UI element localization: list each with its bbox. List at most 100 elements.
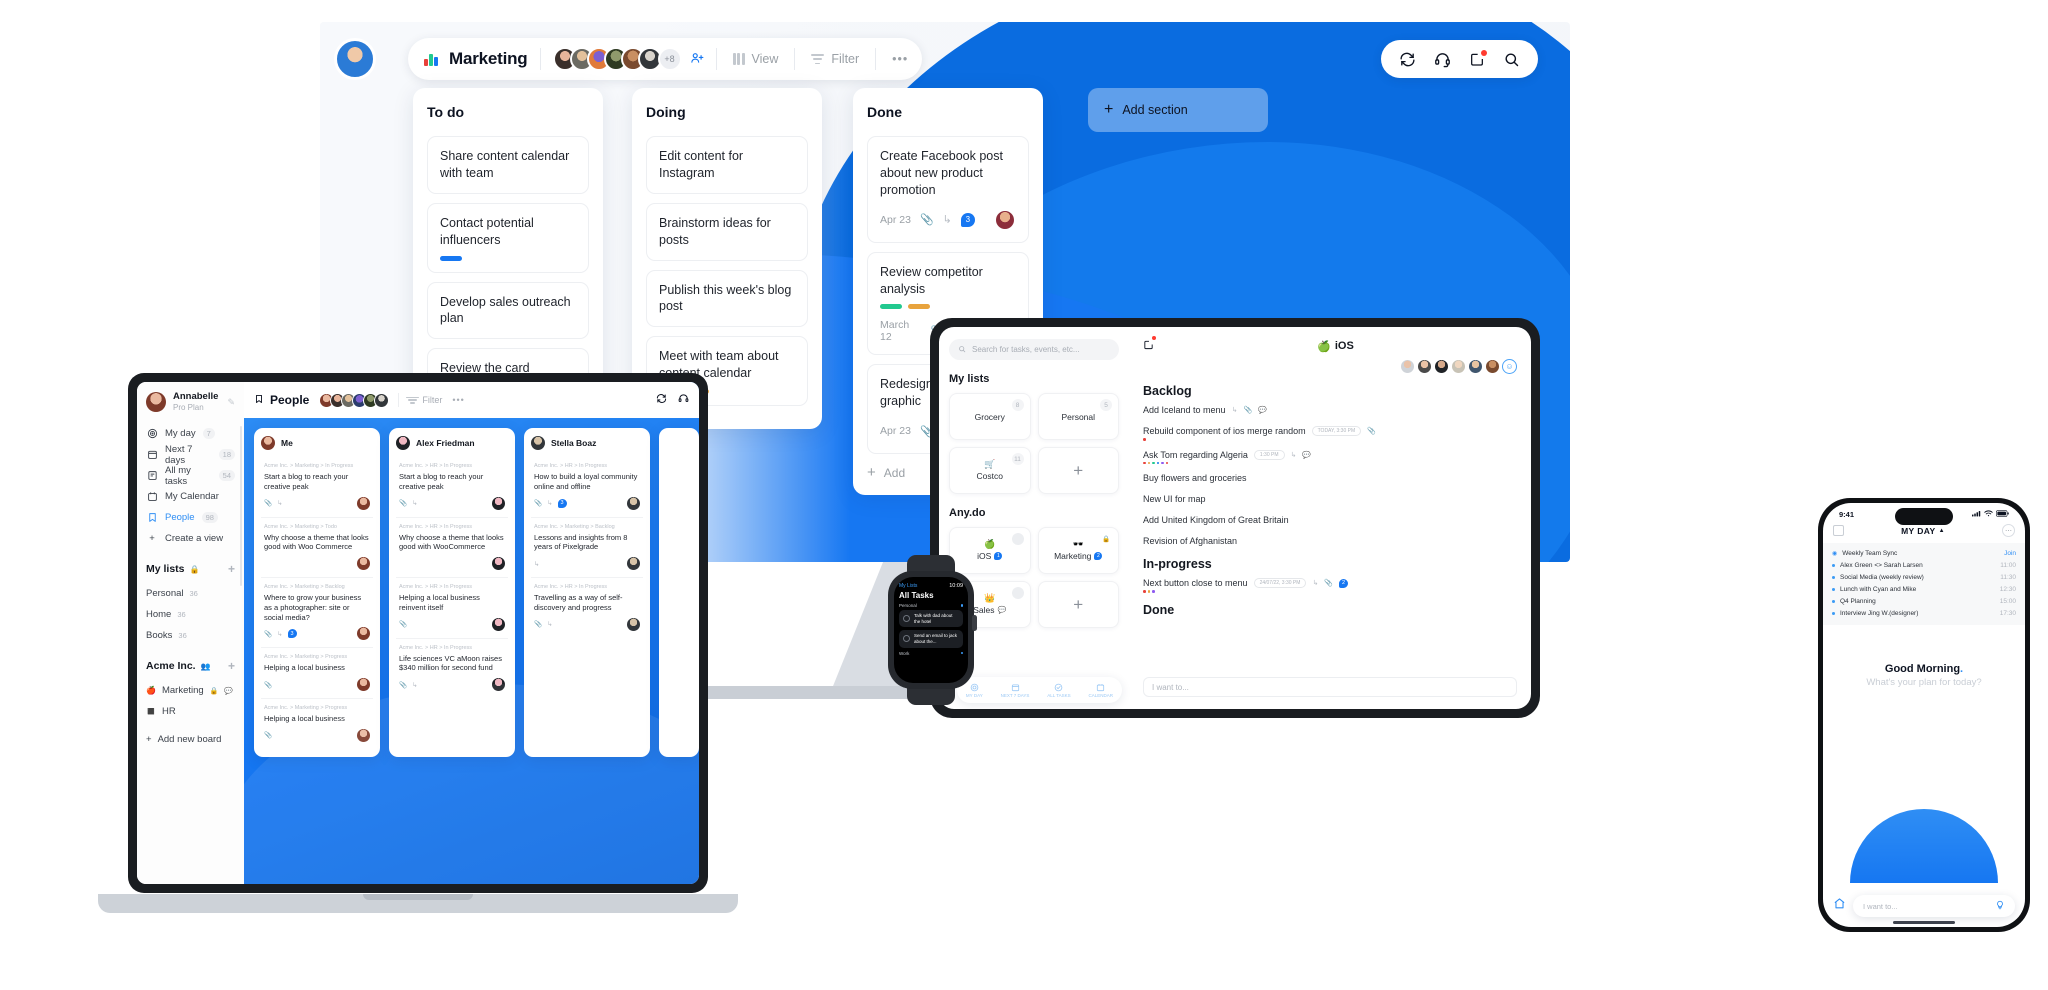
add-list-button[interactable]: + [228,562,235,576]
nav-calendar[interactable]: CALENDAR [1089,683,1113,698]
task-row[interactable]: Revision of Afghanistan [1143,536,1517,546]
assignee-avatar[interactable] [492,557,505,570]
avatar[interactable] [1434,359,1449,374]
task-card[interactable]: Brainstorm ideas for posts [646,202,808,261]
task-input[interactable]: I want to... [1853,895,2015,917]
task-card[interactable]: Acme Inc. > HR > In Progress Helping a l… [396,578,508,639]
sidebar-item-next-7-days[interactable]: Next 7 days 18 [146,444,235,466]
assignee-avatar[interactable] [627,617,640,631]
task-row[interactable]: Next button close to menu 24/07/22, 3:30… [1143,578,1517,593]
lightbulb-icon[interactable] [1995,900,2005,912]
back-button[interactable]: My Lists [899,583,917,589]
task-card[interactable]: Acme Inc. > Marketing > Backlog Where to… [261,578,373,649]
sidebar-scrollbar[interactable] [240,426,242,586]
emoji-reaction-icon[interactable]: ☺ [1502,359,1517,374]
task-card[interactable]: Acme Inc. > HR > In Progress Travelling … [531,578,643,638]
assignee-avatar[interactable] [357,678,370,691]
sidebar-item-my-calendar[interactable]: My Calendar [146,486,235,507]
page-title[interactable]: MY DAY ▲ [1901,526,1945,536]
task-row[interactable]: Rebuild component of ios merge random TO… [1143,426,1517,441]
sidebar-user[interactable]: Annabelle Pro Plan ✎ [146,391,235,412]
avatar[interactable] [1400,359,1415,374]
create-view-button[interactable]: + Create a view [146,528,235,549]
watch-task[interactable]: Send an email to jack about the... [899,630,963,648]
list-item-personal[interactable]: Personal 36 [146,583,235,604]
assignee-avatar[interactable] [492,496,505,510]
sync-icon[interactable] [656,391,667,409]
task-card[interactable]: Develop sales outreach plan [427,281,589,340]
task-row[interactable]: Add United Kingdom of Great Britain [1143,515,1517,525]
event-row[interactable]: Social Media (weekly review) 11:30 [1832,571,2016,583]
task-card[interactable]: Acme Inc. > Marketing > Progress Helping… [261,648,373,699]
view-button[interactable]: View [729,52,783,66]
search-icon[interactable] [1503,51,1520,68]
join-button[interactable]: Join [2004,550,2016,557]
sidebar-item-people[interactable]: People 98 [146,507,235,528]
avatar[interactable] [1468,359,1483,374]
add-board-icon[interactable]: + [228,659,235,673]
pin-icon[interactable]: ✎ [227,397,235,408]
more-options-button[interactable]: ••• [888,52,912,66]
watch-task[interactable]: Talk with dad about the hotel [899,610,963,628]
task-card[interactable]: Create Facebook post about new product p… [867,136,1029,243]
more-options-button[interactable]: ⋯ [2002,524,2015,537]
task-card[interactable]: Acme Inc. > Marketing > Todo Why choose … [261,518,373,578]
sidebar-item-my-day[interactable]: My day 7 [146,423,235,444]
event-row[interactable]: Interview Jing W.(designer) 17:30 [1832,607,2016,619]
task-row[interactable]: New UI for map [1143,494,1517,504]
list-card-marketing[interactable]: 🔒 🕶️ Marketing 2 [1037,527,1119,574]
assignee-avatar[interactable] [357,557,370,570]
board-item-hr[interactable]: ◼️ HR [146,701,235,722]
task-card[interactable]: Share content calendar with team [427,136,589,194]
checkbox[interactable] [903,615,910,623]
assignee-avatar[interactable] [357,496,370,510]
member-avatars[interactable] [319,392,390,408]
member-avatars[interactable] [552,47,662,71]
board-member-avatars[interactable]: ☺ [1143,359,1517,374]
event-row[interactable]: ◉ Weekly Team Sync Join [1832,547,2016,559]
nav-all-tasks[interactable]: ALL TASKS [1047,683,1071,698]
avatar[interactable] [1417,359,1432,374]
list-card-costco[interactable]: 11 🛒 Costco [949,447,1031,494]
task-row[interactable]: Buy flowers and groceries [1143,473,1517,483]
task-row[interactable]: Ask Tom regarding Algeria 1:30 PM ↳ 💬 [1143,449,1517,464]
nav-next-7-days[interactable]: NEXT 7 DAYS [1001,683,1029,698]
list-item-home[interactable]: Home 36 [146,604,235,625]
assignee-avatar[interactable] [627,496,640,510]
checkbox[interactable] [903,635,910,643]
avatar[interactable] [1451,359,1466,374]
avatar[interactable] [1485,359,1500,374]
add-new-board-button[interactable]: + Add new board [146,729,235,750]
task-card[interactable]: Acme Inc. > Marketing > In Progress Star… [261,457,373,518]
list-item-books[interactable]: Books 36 [146,625,235,646]
add-person-icon[interactable] [690,51,704,68]
task-card[interactable]: Publish this week's blog post [646,269,808,328]
sidebar-item-all-my-tasks[interactable]: All my tasks 54 [146,465,235,487]
add-section-button[interactable]: + Add section [1088,88,1268,132]
headset-icon[interactable] [678,391,689,409]
select-all-checkbox[interactable] [1833,525,1844,536]
assignee-avatar[interactable] [492,617,505,631]
assignee-avatar[interactable] [357,627,370,641]
filter-button[interactable]: Filter [406,395,442,405]
digital-crown[interactable] [972,615,977,631]
add-list-button[interactable]: + [1037,447,1119,494]
avatar[interactable] [374,392,390,408]
home-icon[interactable] [1833,897,1846,915]
list-card-grocery[interactable]: 8 Grocery [949,393,1031,440]
assignee-avatar[interactable] [627,557,640,570]
search-input[interactable]: Search for tasks, events, etc... [949,339,1119,360]
headset-icon[interactable] [1434,51,1451,68]
sync-icon[interactable] [1399,51,1416,68]
notification-icon[interactable] [1143,336,1156,355]
assignee-avatar[interactable] [994,208,1016,231]
board-item-marketing[interactable]: 🍎 Marketing 🔒 💬 [146,680,235,701]
task-input[interactable]: I want to... [1143,677,1517,697]
event-row[interactable]: Q4 Planning 15:00 [1832,595,2016,607]
task-card[interactable]: Acme Inc. > HR > In Progress Why choose … [396,518,508,578]
list-card-personal[interactable]: 5 Personal [1037,393,1119,440]
event-row[interactable]: Alex Green <> Sarah Larsen 11:00 [1832,559,2016,571]
task-card[interactable]: Acme Inc. > Marketing > Backlog Lessons … [531,518,643,578]
more-options-button[interactable]: ••• [452,395,464,405]
task-row[interactable]: Add Iceland to menu ↳ 📎 💬 [1143,405,1517,415]
